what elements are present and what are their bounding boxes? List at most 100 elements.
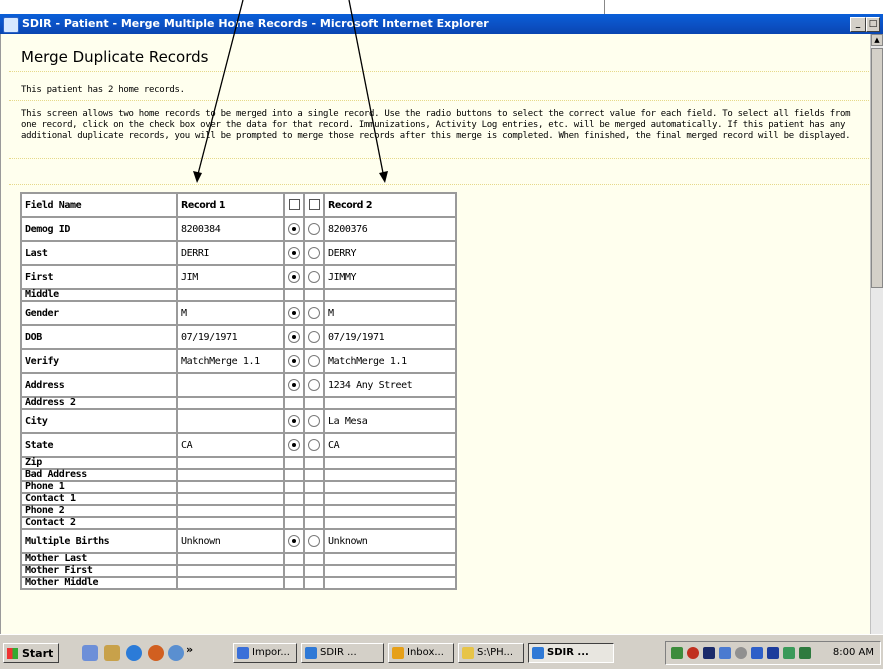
quicklaunch-folder-icon[interactable] <box>104 645 120 661</box>
record-1-radio-cell <box>284 469 304 481</box>
header-record-1: Record 1 <box>177 193 284 217</box>
tray-display-icon[interactable] <box>783 647 795 659</box>
table-row: Mother Middle <box>21 577 456 589</box>
record-2-radio[interactable] <box>308 271 320 283</box>
record-1-radio-cell <box>284 481 304 493</box>
record-2-value: Unknown <box>324 529 456 553</box>
record-1-value <box>177 553 284 565</box>
table-row: Address 2 <box>21 397 456 409</box>
outlook-icon[interactable] <box>168 645 184 661</box>
table-row: Contact 1 <box>21 493 456 505</box>
start-button[interactable]: Start <box>3 643 59 663</box>
record-1-radio-cell <box>284 325 304 349</box>
record-1-radio[interactable] <box>288 271 300 283</box>
record-2-radio[interactable] <box>308 331 320 343</box>
record-1-value: 8200384 <box>177 217 284 241</box>
record-2-value <box>324 481 456 493</box>
taskbar-button-label: Inbox... <box>407 647 444 658</box>
tray-users-icon[interactable] <box>751 647 763 659</box>
record-1-radio[interactable] <box>288 307 300 319</box>
record-1-radio[interactable] <box>288 355 300 367</box>
minimize-button[interactable]: _ <box>850 17 866 32</box>
vertical-scrollbar[interactable]: ▲ <box>870 34 883 634</box>
record-2-radio-cell <box>304 433 324 457</box>
maximize-button[interactable]: □ <box>866 17 880 32</box>
record-2-value <box>324 565 456 577</box>
table-row: City La Mesa <box>21 409 456 433</box>
quicklaunch-more-chevron-icon[interactable]: » <box>186 643 193 656</box>
field-name-cell: Middle <box>21 289 177 301</box>
tray-clipboard-icon[interactable] <box>799 647 811 659</box>
tray-language-icon[interactable] <box>767 647 779 659</box>
record-1-radio[interactable] <box>288 331 300 343</box>
page-content: Merge Duplicate Records This patient has… <box>0 34 871 634</box>
record-1-radio-cell <box>284 265 304 289</box>
tray-sync-icon[interactable] <box>719 647 731 659</box>
taskbar-button[interactable]: SDIR ... <box>528 643 614 663</box>
record-1-radio[interactable] <box>288 415 300 427</box>
taskbar-button[interactable]: SDIR ... <box>301 643 384 663</box>
record-1-radio[interactable] <box>288 223 300 235</box>
taskbar-button[interactable]: Inbox... <box>388 643 454 663</box>
record-2-radio[interactable] <box>308 439 320 451</box>
table-row: DOB 07/19/1971 07/19/1971 <box>21 325 456 349</box>
media-player-icon[interactable] <box>148 645 164 661</box>
record-2-value <box>324 505 456 517</box>
taskbar-app-icon <box>392 647 404 659</box>
field-name-cell: City <box>21 409 177 433</box>
record-1-radio[interactable] <box>288 535 300 547</box>
taskbar-button[interactable]: S:\PH... <box>458 643 524 663</box>
table-row: Multiple Births Unknown Unknown <box>21 529 456 553</box>
record-2-radio[interactable] <box>308 415 320 427</box>
taskbar-app-icon <box>532 647 544 659</box>
record-1-radio-cell <box>284 301 304 325</box>
taskbar-app-icon <box>305 647 317 659</box>
window-titlebar[interactable]: SDIR - Patient - Merge Multiple Home Rec… <box>0 14 883 34</box>
record-2-value <box>324 397 456 409</box>
scroll-up-arrow-icon[interactable]: ▲ <box>871 34 883 46</box>
ie-app-icon[interactable] <box>3 17 19 33</box>
divider <box>9 184 869 185</box>
record-1-value: 07/19/1971 <box>177 325 284 349</box>
select-all-record-2-checkbox[interactable] <box>308 199 320 211</box>
record-1-radio-cell <box>284 553 304 565</box>
record-2-radio[interactable] <box>308 307 320 319</box>
record-1-radio-cell <box>284 529 304 553</box>
record-1-radio[interactable] <box>288 247 300 259</box>
record-2-value: MatchMerge 1.1 <box>324 349 456 373</box>
record-2-radio[interactable] <box>308 247 320 259</box>
record-2-radio-cell <box>304 301 324 325</box>
record-1-value <box>177 493 284 505</box>
field-name-cell: Phone 2 <box>21 505 177 517</box>
record-1-radio[interactable] <box>288 379 300 391</box>
record-2-radio-cell <box>304 373 324 397</box>
table-row: State CA CA <box>21 433 456 457</box>
record-1-value <box>177 469 284 481</box>
table-row: Phone 1 <box>21 481 456 493</box>
record-2-radio-cell <box>304 493 324 505</box>
record-2-radio[interactable] <box>308 535 320 547</box>
record-2-radio[interactable] <box>308 379 320 391</box>
record-1-value <box>177 289 284 301</box>
tray-security-icon[interactable] <box>687 647 699 659</box>
tray-monitor-icon[interactable] <box>703 647 715 659</box>
table-row: Mother First <box>21 565 456 577</box>
tray-network-icon[interactable] <box>671 647 683 659</box>
record-2-value: 07/19/1971 <box>324 325 456 349</box>
scroll-thumb[interactable] <box>871 48 883 288</box>
record-1-radio-cell <box>284 493 304 505</box>
internet-explorer-icon[interactable] <box>126 645 142 661</box>
record-2-radio-cell <box>304 565 324 577</box>
taskbar-button-label: S:\PH... <box>477 647 513 658</box>
table-row: Address 1234 Any Street <box>21 373 456 397</box>
tray-status-icon[interactable] <box>735 647 747 659</box>
taskbar-button[interactable]: Impor... <box>233 643 297 663</box>
record-2-radio[interactable] <box>308 223 320 235</box>
record-2-radio[interactable] <box>308 355 320 367</box>
field-name-cell: Multiple Births <box>21 529 177 553</box>
record-1-radio[interactable] <box>288 439 300 451</box>
select-all-record-1-checkbox[interactable] <box>288 199 300 211</box>
show-desktop-icon[interactable] <box>82 645 98 661</box>
record-1-radio-cell <box>284 565 304 577</box>
record-2-radio-cell <box>304 241 324 265</box>
